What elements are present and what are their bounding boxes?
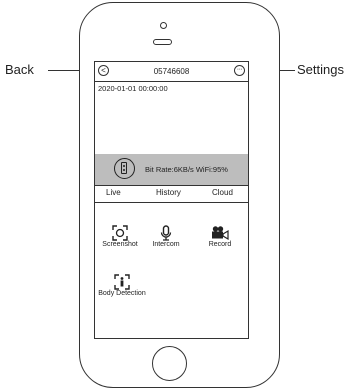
microphone-icon [160, 225, 172, 241]
tab-cloud[interactable]: Cloud [212, 188, 233, 197]
live-video-area[interactable]: 2020-01-01 00:00:00 [95, 81, 248, 155]
app-screen: < 05746608 ··· 2020-01-01 00:00:00 Bit R… [94, 61, 249, 339]
back-annotation: Back [5, 62, 34, 77]
screenshot-icon [112, 225, 128, 241]
tab-live[interactable]: Live [106, 188, 121, 197]
front-camera [160, 22, 167, 29]
top-bar: < 05746608 ··· [95, 62, 248, 82]
video-timestamp: 2020-01-01 00:00:00 [98, 84, 168, 93]
intercom-label: Intercom [152, 241, 180, 248]
status-bar: Bit Rate:6KB/s WiFi:95% [95, 154, 248, 186]
screenshot-button[interactable]: Screenshot [98, 225, 142, 248]
tab-bar: Live History Cloud [95, 185, 248, 203]
home-button[interactable] [152, 346, 187, 381]
intercom-button[interactable]: Intercom [144, 225, 188, 248]
body-detection-button[interactable]: Body Detection [95, 274, 149, 297]
more-icon: ··· [236, 66, 243, 73]
body-detection-label: Body Detection [98, 290, 146, 297]
tab-history[interactable]: History [156, 188, 181, 197]
settings-button[interactable]: ··· [234, 65, 245, 76]
settings-annotation: Settings [297, 62, 344, 77]
earpiece-speaker [153, 39, 172, 45]
screenshot-label: Screenshot [102, 241, 138, 248]
record-label: Record [208, 241, 232, 248]
body-detection-icon [114, 274, 130, 290]
device-id-title: 05746608 [153, 67, 190, 76]
record-button[interactable]: Record [194, 225, 246, 248]
status-text: Bit Rate:6KB/s WiFi:95% [145, 165, 228, 174]
doorbell-device-icon [114, 158, 135, 179]
video-camera-icon [212, 226, 229, 241]
